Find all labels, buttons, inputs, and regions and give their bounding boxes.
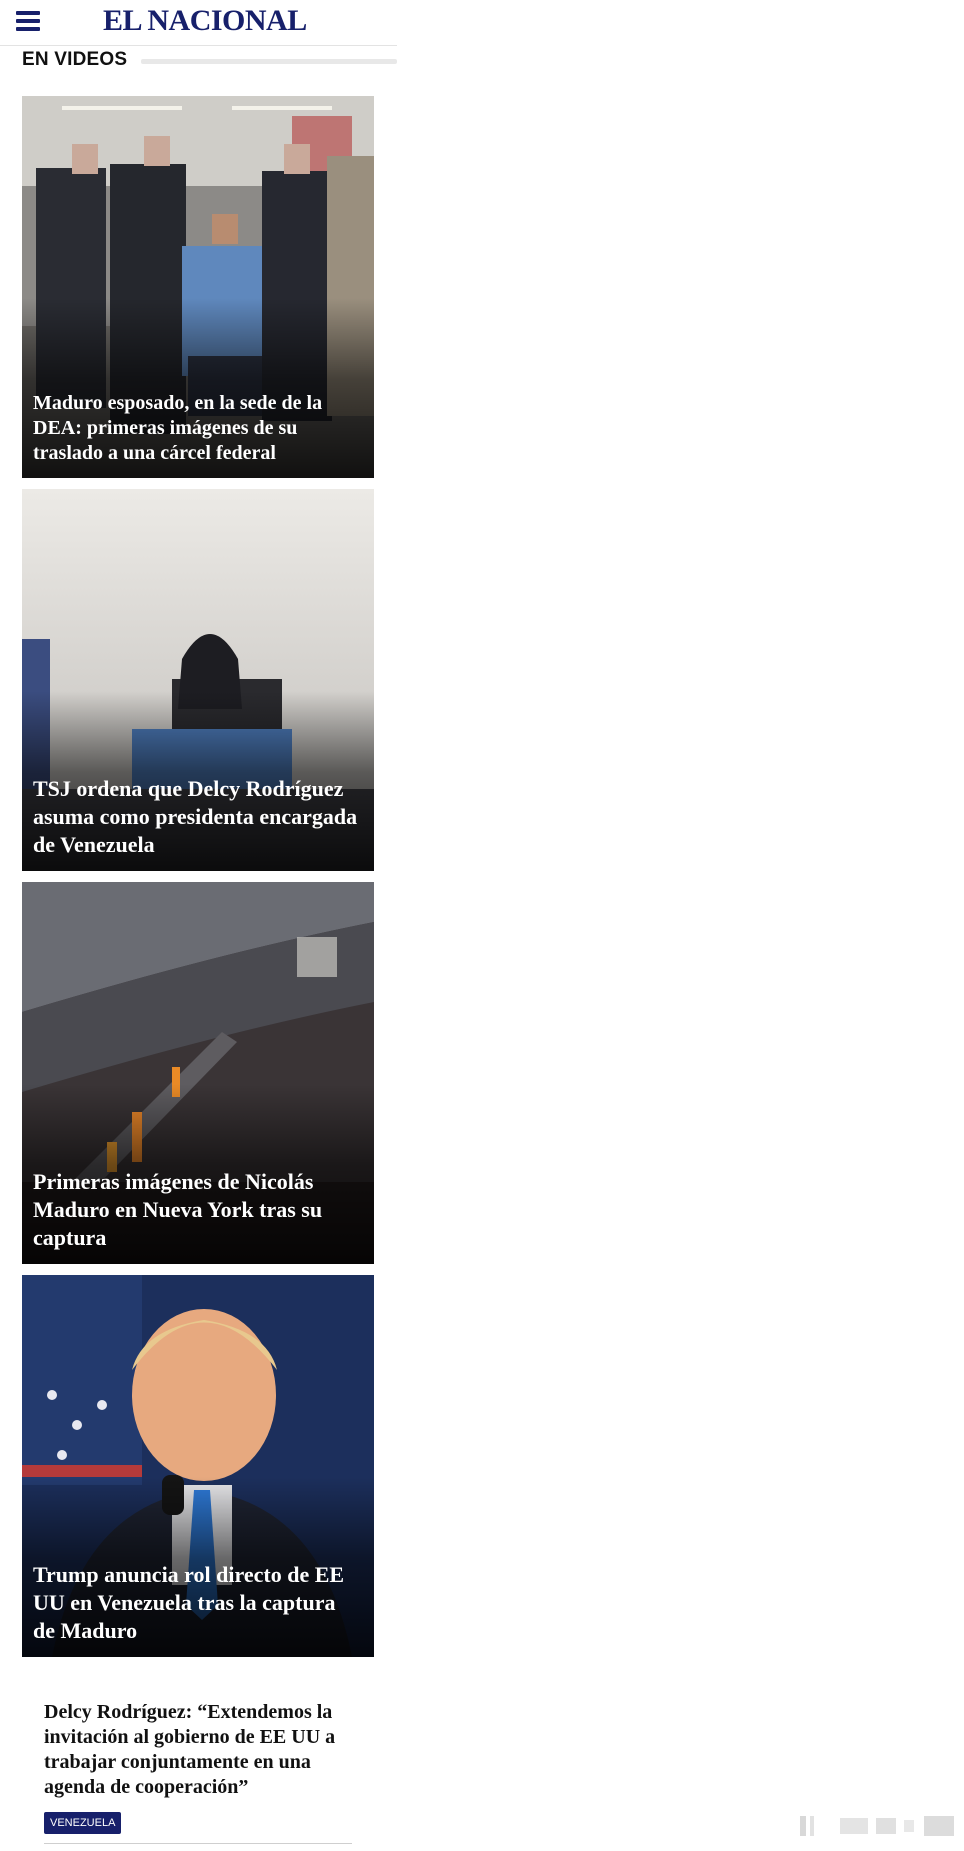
article-divider — [44, 1843, 352, 1844]
video-headline[interactable]: TSJ ordena que Delcy Rodríguez asuma com… — [33, 775, 362, 859]
article-item[interactable]: Delcy Rodríguez: “Extendemos la invitaci… — [44, 1700, 356, 1800]
hamburger-menu-icon[interactable] — [16, 9, 40, 33]
watermark-logo-icon — [800, 1816, 954, 1836]
video-headline[interactable]: Maduro esposado, en la sede de la DEA: p… — [33, 391, 362, 466]
section-title: EN VIDEOS — [22, 49, 128, 70]
category-badge[interactable]: VENEZUELA — [44, 1812, 122, 1834]
section-divider — [141, 59, 397, 64]
video-card[interactable]: TSJ ordena que Delcy Rodríguez asuma com… — [22, 489, 374, 871]
video-headline[interactable]: Trump anuncia rol directo de EE UU en Ve… — [33, 1561, 362, 1645]
video-card[interactable]: Primeras imágenes de Nicolás Maduro en N… — [22, 882, 374, 1264]
video-card[interactable]: Trump anuncia rol directo de EE UU en Ve… — [22, 1275, 374, 1657]
site-logo[interactable]: EL NACIONAL — [103, 2, 307, 40]
video-headline[interactable]: Primeras imágenes de Nicolás Maduro en N… — [33, 1168, 362, 1252]
article-title[interactable]: Delcy Rodríguez: “Extendemos la invitaci… — [44, 1700, 356, 1800]
video-card[interactable]: Maduro esposado, en la sede de la DEA: p… — [22, 96, 374, 478]
site-header: EL NACIONAL — [0, 0, 397, 46]
